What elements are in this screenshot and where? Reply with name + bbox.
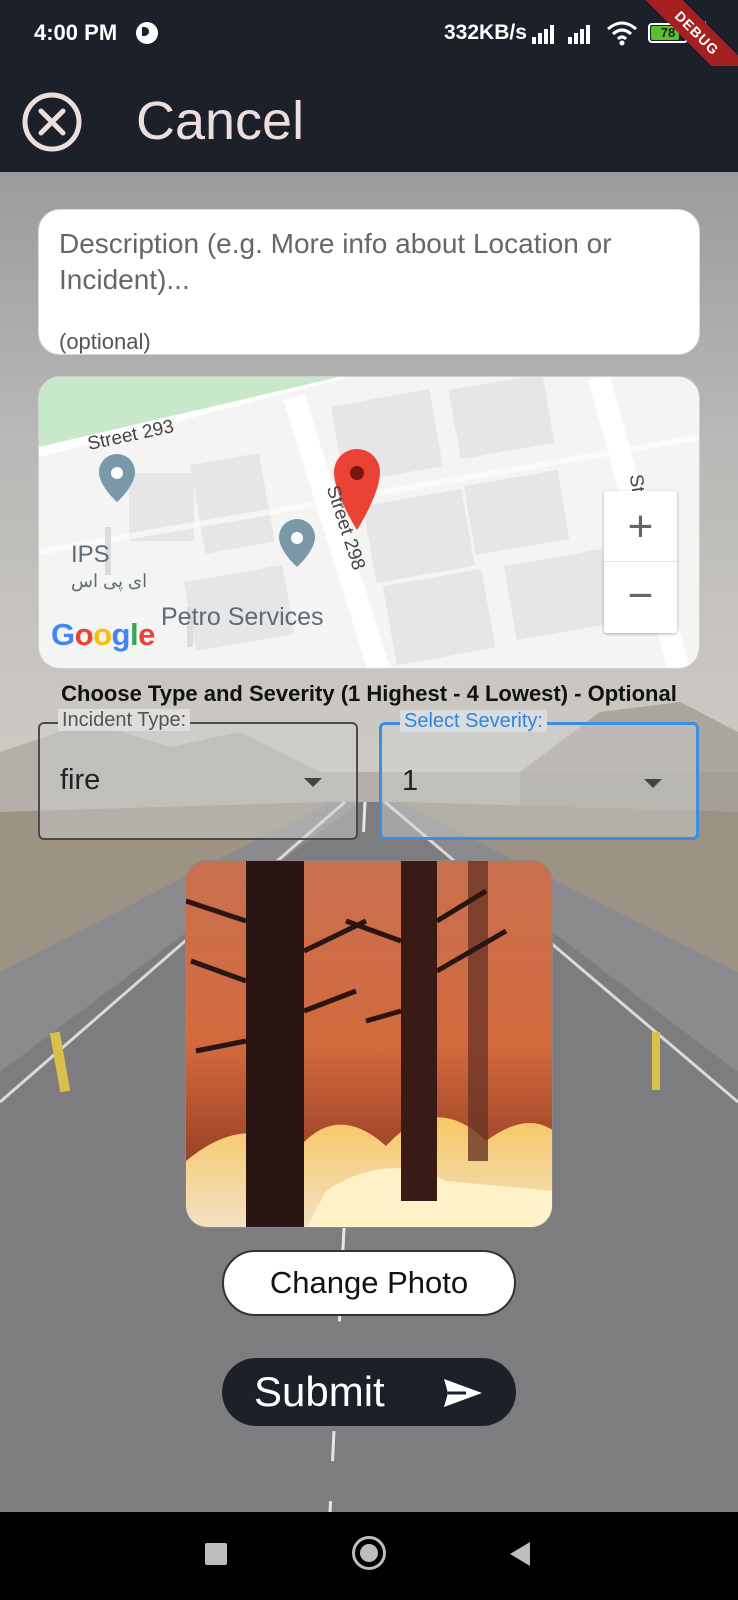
wifi-icon [607,21,637,46]
description-input[interactable]: Description (e.g. More info about Locati… [38,209,700,355]
home-circle-icon[interactable] [352,1536,386,1570]
severity-value: 1 [402,765,419,797]
signal-icon [532,25,554,44]
recents-square-icon[interactable] [205,1543,227,1565]
forest-fire-image [186,861,552,1227]
dropdown-arrow-icon [304,778,322,787]
zoom-out-button[interactable]: − [604,562,677,633]
map-view[interactable]: Street 293 Street 298 Street 299 IPS ای … [38,376,700,669]
submit-button[interactable]: Submit [222,1358,516,1426]
network-speed: 332KB/s [444,21,527,44]
back-triangle-icon[interactable] [510,1542,530,1566]
place-label-ips-urdu: ای پی اس [71,571,148,591]
google-logo: Google [51,617,155,652]
signal-icon [568,25,590,44]
app-bar: Cancel [0,66,738,172]
severity-dropdown[interactable]: Select Severity: 1 [379,710,699,840]
submit-label: Submit [254,1368,385,1415]
severity-label: Select Severity: [400,710,547,732]
zoom-controls: + − [604,491,677,633]
status-time: 4:00 PM [34,20,118,45]
sync-icon [136,22,158,44]
incident-type-label: Incident Type: [58,709,191,731]
system-nav-bar [0,1512,738,1600]
incident-photo [185,860,553,1228]
dropdown-arrow-icon [644,779,662,788]
description-helper-text: (optional) [59,329,151,354]
send-icon [444,1379,482,1407]
type-severity-title: Choose Type and Severity (1 Highest - 4 … [61,681,677,706]
close-circle-icon[interactable] [20,90,84,154]
cancel-button[interactable]: Cancel [136,90,304,152]
incident-type-value: fire [60,764,101,796]
incident-type-dropdown[interactable]: Incident Type: fire [38,709,358,840]
change-photo-button[interactable]: Change Photo [222,1250,516,1316]
place-label-ips: IPS [71,541,110,568]
description-placeholder: Description (e.g. More info about Locati… [59,228,612,295]
zoom-in-button[interactable]: + [604,491,677,562]
place-label-petro-services: Petro Services [161,603,324,631]
status-bar: 4:00 PM 332KB/s 78 DEBUG [0,0,738,103]
